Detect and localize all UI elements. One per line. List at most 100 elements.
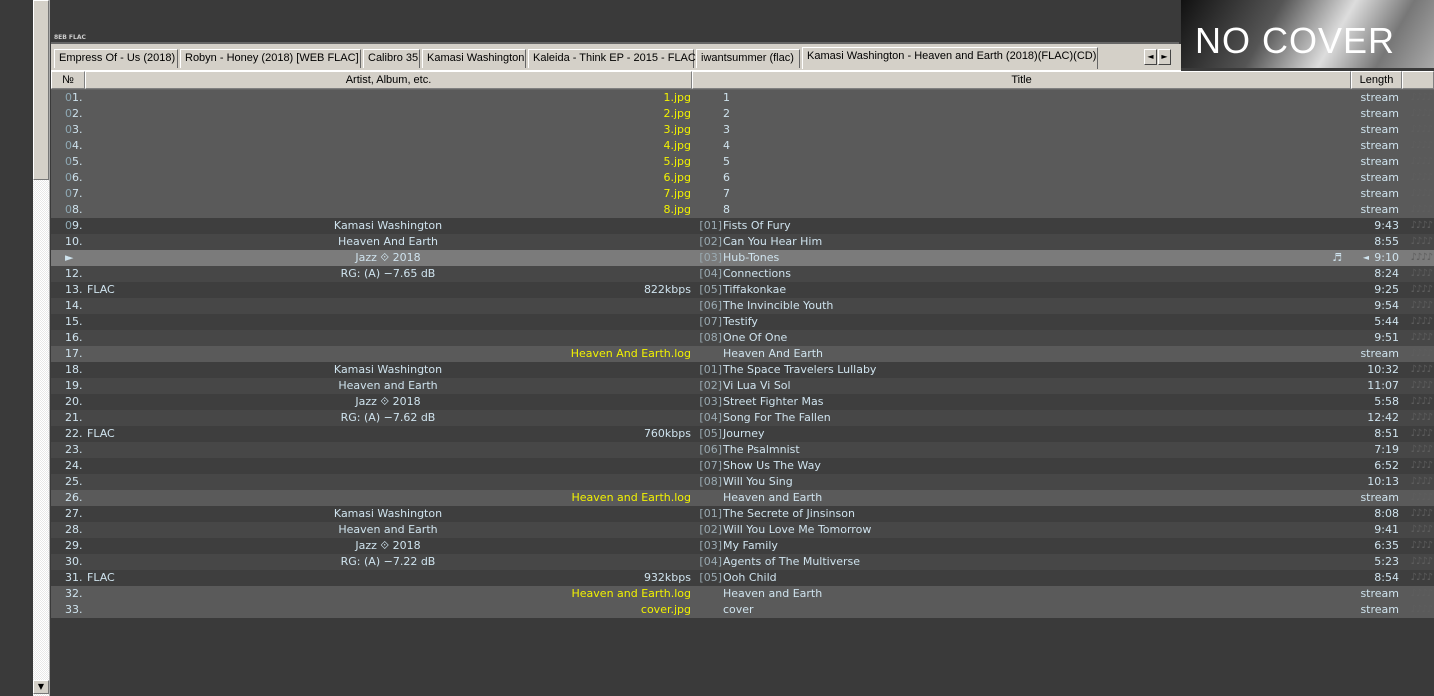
track-number: [03] xyxy=(699,539,722,552)
tab-playlist[interactable]: Empress Of - Us (2018) xyxy=(54,49,178,68)
artist-album-info: Heaven and Earth xyxy=(338,523,438,536)
artist-album-info: cover.jpg xyxy=(640,603,691,616)
rating-icon[interactable]: ♪♪♪♪ xyxy=(1410,122,1433,138)
playlist-row[interactable]: 25. [08] Will You Sing 10:13 ♪♪♪♪ xyxy=(51,474,1434,490)
playlist-row[interactable]: 33. cover.jpg cover stream ♪♪♪♪ xyxy=(51,602,1434,618)
rating-icon[interactable]: ♪♪♪♪ xyxy=(1410,266,1433,282)
rating-icon[interactable]: ♪♪♪♪ xyxy=(1410,602,1433,618)
playlist-row[interactable]: 31. FLAC 932kbps [05] Ooh Child 8:54 ♪♪♪♪ xyxy=(51,570,1434,586)
track-length: 7:19 xyxy=(1374,443,1399,456)
tab-scroll-right-icon[interactable]: ► xyxy=(1158,49,1171,65)
track-number: [04] xyxy=(699,411,722,424)
playlist-row[interactable]: 06. 6.jpg 6 stream ♪♪♪♪ xyxy=(51,170,1434,186)
playlist-row[interactable]: 19. Heaven and Earth [02] Vi Lua Vi Sol 11:0… xyxy=(51,378,1434,394)
rating-icon[interactable]: ♪♪♪♪ xyxy=(1410,298,1433,314)
playlist-row[interactable]: 23. [06] The Psalmnist 7:19 ♪♪♪♪ xyxy=(51,442,1434,458)
playlist-row[interactable]: 10. Heaven And Earth [02] Can You Hear Him 8… xyxy=(51,234,1434,250)
playlist-row[interactable]: 29. Jazz ⟐ 2018 [03] My Family 6:35 ♪♪♪♪ xyxy=(51,538,1434,554)
rating-icon[interactable]: ♪♪♪♪ xyxy=(1410,586,1433,602)
playlist-row[interactable]: 27. Kamasi Washington [01] The Secrete of J… xyxy=(51,506,1434,522)
rating-icon[interactable]: ♪♪♪♪ xyxy=(1410,362,1433,378)
playlist-row[interactable]: 17. Heaven And Earth.log Heaven And Earth s… xyxy=(51,346,1434,362)
playlist-row[interactable]: 20. Jazz ⟐ 2018 [03] Street Fighter Mas 5:58… xyxy=(51,394,1434,410)
rating-icon[interactable]: ♪♪♪♪ xyxy=(1410,346,1433,362)
column-length[interactable]: Length xyxy=(1351,71,1402,89)
rating-icon[interactable]: ♪♪♪♪ xyxy=(1410,522,1433,538)
playlist-row[interactable]: 26. Heaven and Earth.log Heaven and Earth s… xyxy=(51,490,1434,506)
playlist-row[interactable]: 04. 4.jpg 4 stream ♪♪♪♪ xyxy=(51,138,1434,154)
tab-playlist[interactable]: Kaleida - Think EP - 2015 - FLAC xyxy=(528,49,696,68)
scrollbar-thumb[interactable] xyxy=(33,0,49,180)
rating-icon[interactable]: ♪♪♪♪ xyxy=(1410,442,1433,458)
rating-icon[interactable]: ♪♪♪♪ xyxy=(1410,458,1433,474)
rating-icon[interactable]: ♪♪♪♪ xyxy=(1410,330,1433,346)
playlist-row[interactable]: 28. Heaven and Earth [02] Will You Love Me … xyxy=(51,522,1434,538)
playlist-row[interactable]: 16. [08] One Of One 9:51 ♪♪♪♪ xyxy=(51,330,1434,346)
playing-arrow-icon: ◄ xyxy=(1362,253,1369,262)
artist-album-info: 7.jpg xyxy=(663,187,691,200)
column-number[interactable]: № xyxy=(51,71,85,89)
rating-icon[interactable]: ♪♪♪♪ xyxy=(1410,186,1433,202)
track-title: Connections xyxy=(723,267,791,280)
track-title: Can You Hear Him xyxy=(723,235,823,248)
row-number: 27. xyxy=(65,507,83,520)
track-number: [08] xyxy=(699,331,722,344)
playlist-row[interactable]: 05. 5.jpg 5 stream ♪♪♪♪ xyxy=(51,154,1434,170)
rating-icon[interactable]: ♪♪♪♪ xyxy=(1410,394,1433,410)
row-number: 03. xyxy=(65,123,83,136)
playlist-row-playing[interactable]: ► Jazz ⟐ 2018 [03] Hub-Tones ♬ ◄ 9:10 ♪♪♪♪ xyxy=(51,250,1434,266)
rating-icon[interactable]: ♪♪♪♪ xyxy=(1410,426,1433,442)
rating-icon[interactable]: ♪♪♪♪ xyxy=(1410,234,1433,250)
playlist-row[interactable]: 18. Kamasi Washington [01] The Space Travel… xyxy=(51,362,1434,378)
playlist-row[interactable]: 13. FLAC 822kbps [05] Tiffakonkae 9:25 ♪♪♪♪ xyxy=(51,282,1434,298)
tab-playlist[interactable]: iwantsummer (flac) xyxy=(696,49,800,68)
tab-playlist[interactable]: Calibro 35 xyxy=(363,49,420,68)
playlist-row[interactable]: 08. 8.jpg 8 stream ♪♪♪♪ xyxy=(51,202,1434,218)
tab-playlist-active[interactable]: Kamasi Washington - Heaven and Earth (20… xyxy=(802,47,1098,69)
rating-icon[interactable]: ♪♪♪♪ xyxy=(1410,154,1433,170)
scroll-down-arrow-icon[interactable]: ▼ xyxy=(33,680,49,694)
playlist-row[interactable]: 09. Kamasi Washington [01] Fists Of Fury 9:4… xyxy=(51,218,1434,234)
column-title[interactable]: Title xyxy=(692,71,1351,89)
playlist-row[interactable]: 03. 3.jpg 3 stream ♪♪♪♪ xyxy=(51,122,1434,138)
playlist-row[interactable]: 21. RG: (A) −7.62 dB [04] Song For The Fall… xyxy=(51,410,1434,426)
rating-icon[interactable]: ♪♪♪♪ xyxy=(1410,410,1433,426)
rating-icon[interactable]: ♪♪♪♪ xyxy=(1410,170,1433,186)
rating-icon[interactable]: ♪♪♪♪ xyxy=(1410,378,1433,394)
playlist-row[interactable]: 22. FLAC 760kbps [05] Journey 8:51 ♪♪♪♪ xyxy=(51,426,1434,442)
rating-icon[interactable]: ♪♪♪♪ xyxy=(1410,90,1433,106)
rating-icon[interactable]: ♪♪♪♪ xyxy=(1410,138,1433,154)
rating-icon[interactable]: ♪♪♪♪ xyxy=(1410,554,1433,570)
rating-icon[interactable]: ♪♪♪♪ xyxy=(1410,106,1433,122)
track-number: [07] xyxy=(699,459,722,472)
rating-icon[interactable]: ♪♪♪♪ xyxy=(1410,570,1433,586)
rating-icon[interactable]: ♪♪♪♪ xyxy=(1410,538,1433,554)
rating-icon[interactable]: ♪♪♪♪ xyxy=(1410,202,1433,218)
rating-icon[interactable]: ♪♪♪♪ xyxy=(1410,506,1433,522)
column-rating[interactable] xyxy=(1402,71,1434,89)
playlist-row[interactable]: 12. RG: (A) −7.65 dB [04] Connections 8:24 ♪♪… xyxy=(51,266,1434,282)
rating-icon[interactable]: ♪♪♪♪ xyxy=(1410,490,1433,506)
playlist-row[interactable]: 30. RG: (A) −7.22 dB [04] Agents of The Mul… xyxy=(51,554,1434,570)
playlist-row[interactable]: 14. [06] The Invincible Youth 9:54 ♪♪♪♪ xyxy=(51,298,1434,314)
rating-icon[interactable]: ♪♪♪♪ xyxy=(1410,282,1433,298)
row-number: 33. xyxy=(65,603,83,616)
playlist-row[interactable]: 01. 1.jpg 1 stream ♪♪♪♪ xyxy=(51,90,1434,106)
rating-icon[interactable]: ♪♪♪♪ xyxy=(1410,474,1433,490)
vertical-scrollbar[interactable]: ▼ xyxy=(33,0,50,696)
playlist-row[interactable]: 15. [07] Testify 5:44 ♪♪♪♪ xyxy=(51,314,1434,330)
column-artist[interactable]: Artist, Album, etc. xyxy=(85,71,692,89)
row-number: 08. xyxy=(65,203,83,216)
rating-icon[interactable]: ♪♪♪♪ xyxy=(1410,250,1433,266)
row-number: 18. xyxy=(65,363,83,376)
tab-playlist[interactable]: Kamasi Washington xyxy=(422,49,526,68)
tab-playlist[interactable]: Robyn - Honey (2018) [WEB FLAC] xyxy=(180,49,361,68)
rating-icon[interactable]: ♪♪♪♪ xyxy=(1410,218,1433,234)
playlist-row[interactable]: 32. Heaven and Earth.log Heaven and Earth s… xyxy=(51,586,1434,602)
playlist-row[interactable]: 24. [07] Show Us The Way 6:52 ♪♪♪♪ xyxy=(51,458,1434,474)
tab-scroll-left-icon[interactable]: ◄ xyxy=(1144,49,1157,65)
playlist-row[interactable]: 07. 7.jpg 7 stream ♪♪♪♪ xyxy=(51,186,1434,202)
playlist-row[interactable]: 02. 2.jpg 2 stream ♪♪♪♪ xyxy=(51,106,1434,122)
playing-indicator-icon: ► xyxy=(65,251,74,264)
rating-icon[interactable]: ♪♪♪♪ xyxy=(1410,314,1433,330)
